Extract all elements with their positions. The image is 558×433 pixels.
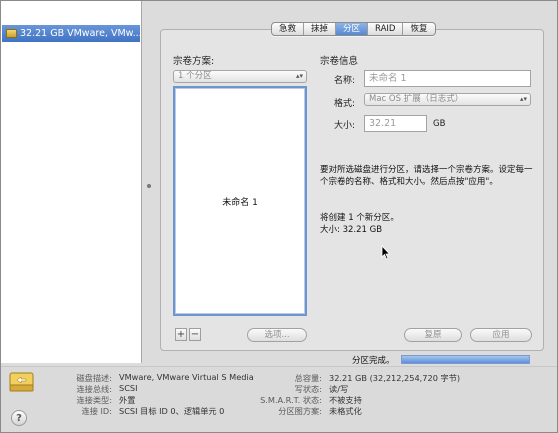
add-partition-button[interactable]: + xyxy=(175,328,187,341)
result-line-1: 将创建 1 个新分区。 xyxy=(320,213,399,223)
options-button[interactable]: 选项... xyxy=(247,328,307,342)
volume-scheme-select[interactable]: 1 个分区 ▴▾ xyxy=(173,70,307,83)
volume-scheme-value: 1 个分区 xyxy=(178,71,212,81)
help-icon[interactable]: ? xyxy=(11,410,27,426)
partition-layout-preview[interactable]: 未命名 1 xyxy=(173,86,307,316)
format-select[interactable]: Mac OS 扩展（日志式） ▴▾ xyxy=(364,93,531,106)
disk-sidebar[interactable] xyxy=(1,1,142,363)
id-key: 连接 ID: xyxy=(81,406,112,416)
tab-first-aid[interactable]: 急救 xyxy=(272,23,305,35)
partition-name-label: 未命名 1 xyxy=(222,197,258,208)
sidebar-disk-item[interactable]: 32.21 GB VMware, VMw... xyxy=(2,25,140,42)
disk-label: 32.21 GB VMware, VMw... xyxy=(20,28,140,39)
partition-scheme-value: 未格式化 xyxy=(329,406,362,416)
revert-button[interactable]: 复原 xyxy=(404,328,462,342)
format-value: Mac OS 扩展（日志式） xyxy=(369,94,464,104)
external-disk-icon xyxy=(9,372,34,392)
result-line-2: 大小: 32.21 GB xyxy=(320,225,383,235)
partition-block[interactable]: 未命名 1 xyxy=(175,88,305,314)
bus-value: SCSI xyxy=(119,383,138,393)
sidebar-splitter[interactable] xyxy=(142,1,156,363)
size-field[interactable]: 32.21 xyxy=(364,115,427,132)
name-label: 名称: xyxy=(334,76,356,86)
select-arrows-icon: ▴▾ xyxy=(519,95,527,103)
mouse-cursor-icon xyxy=(381,245,391,260)
tab-erase[interactable]: 抹掉 xyxy=(304,23,337,35)
tab-raid[interactable]: RAID xyxy=(368,23,404,35)
select-arrows-icon: ▴▾ xyxy=(295,72,303,80)
size-label: 大小: xyxy=(334,121,356,131)
tab-partition[interactable]: 分区 xyxy=(336,23,369,35)
disk-icon xyxy=(6,29,17,38)
capacity-value: 32.21 GB (32,212,254,720 字节) xyxy=(329,373,461,383)
name-field[interactable]: 未命名 1 xyxy=(364,70,531,87)
apply-button[interactable]: 应用 xyxy=(470,328,532,342)
instructions-text: 要对所选磁盘进行分区，请选择一个宗卷方案。设定每一个宗卷的名称、格式和大小。然后… xyxy=(320,165,533,187)
tab-restore[interactable]: 恢复 xyxy=(403,23,434,35)
status-label: 分区完成。 xyxy=(352,356,395,366)
splitter-grip-icon[interactable] xyxy=(147,184,151,188)
partition-scheme-key: 分区图方案: xyxy=(278,406,322,416)
volume-info-title: 宗卷信息 xyxy=(320,56,359,67)
size-unit-label: GB xyxy=(433,119,446,129)
format-label: 格式: xyxy=(334,99,356,109)
remove-partition-button[interactable]: − xyxy=(189,328,201,341)
description-value: VMware, VMware Virtual S Media xyxy=(119,372,254,382)
tab-bar: 急救 抹掉 分区 RAID 恢复 xyxy=(271,22,436,36)
volume-scheme-title: 宗卷方案: xyxy=(173,56,215,67)
progress-bar xyxy=(401,355,530,364)
id-value: SCSI 目标 ID 0、逻辑单元 0 xyxy=(119,406,225,416)
